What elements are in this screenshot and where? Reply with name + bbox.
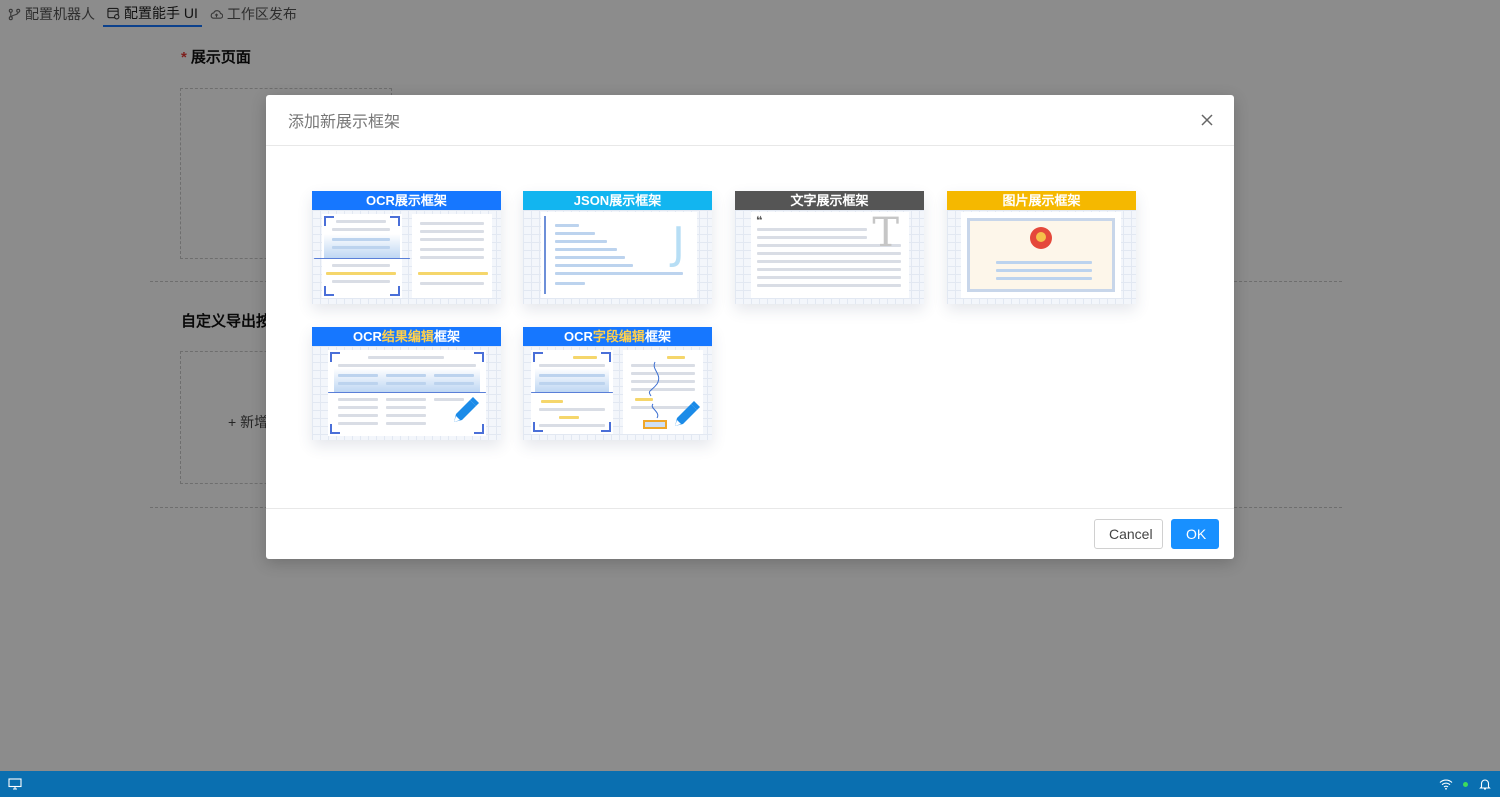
monitor-icon[interactable] [8, 778, 22, 790]
system-tray [1439, 778, 1492, 790]
status-dot [1463, 781, 1468, 787]
ocr-field-edit-thumbnail [523, 346, 712, 440]
card-ocr-result-edit[interactable]: OCR结果编辑框架 [312, 327, 501, 440]
card-ocr-display[interactable]: OCR展示框架 [312, 191, 501, 304]
card-title: 文字展示框架 [735, 191, 924, 210]
card-title-part: 框架 [433, 329, 460, 344]
json-letter-icon: J [672, 218, 685, 269]
wifi-icon[interactable] [1439, 778, 1453, 790]
card-text-display[interactable]: 文字展示框架 ❝ T [735, 191, 924, 304]
card-title-part: 字段编辑 [592, 329, 645, 344]
ocr-display-thumbnail [312, 210, 501, 304]
add-display-frame-dialog: 添加新展示框架 OCR展示框架 JSON展示框架 J 文字展示框架 ❝ T 图片… [266, 95, 1234, 559]
quote-icon: ❝ [756, 215, 763, 227]
ok-button[interactable]: OK [1171, 519, 1219, 549]
json-display-thumbnail: J [523, 210, 712, 304]
card-title-part: OCR展示框架 [366, 193, 447, 208]
ocr-result-edit-thumbnail [312, 346, 501, 440]
card-title: OCR结果编辑框架 [312, 327, 501, 346]
card-title: JSON展示框架 [523, 191, 712, 210]
card-title-part: 结果编辑 [381, 329, 434, 344]
taskbar [0, 771, 1500, 797]
text-display-thumbnail: ❝ T [735, 210, 924, 304]
connector-icon [648, 361, 660, 419]
text-letter-icon: T [872, 210, 899, 256]
card-title-part: OCR [564, 329, 593, 344]
pencil-icon [454, 397, 479, 422]
card-title-part: 框架 [644, 329, 671, 344]
bell-icon[interactable] [1478, 778, 1492, 790]
card-title-part: 文字展示框架 [790, 193, 869, 208]
cancel-button[interactable]: Cancel [1094, 519, 1163, 549]
card-title-part: JSON展示框架 [573, 193, 662, 208]
card-title: OCR字段编辑框架 [523, 327, 712, 346]
card-json-display[interactable]: JSON展示框架 J [523, 191, 712, 304]
dialog-header: 添加新展示框架 [266, 95, 1234, 146]
card-ocr-field-edit[interactable]: OCR字段编辑框架 [523, 327, 712, 440]
dialog-footer: Cancel OK [266, 508, 1234, 559]
dialog-title: 添加新展示框架 [288, 114, 401, 131]
close-icon[interactable] [1198, 111, 1216, 129]
image-display-thumbnail [947, 210, 1136, 304]
card-title-part: 图片展示框架 [1002, 193, 1081, 208]
seal-icon [1030, 227, 1052, 249]
card-title: OCR展示框架 [312, 191, 501, 210]
card-title: 图片展示框架 [947, 191, 1136, 210]
card-title-part: OCR [353, 329, 382, 344]
card-image-display[interactable]: 图片展示框架 [947, 191, 1136, 304]
pencil-icon [675, 401, 700, 426]
